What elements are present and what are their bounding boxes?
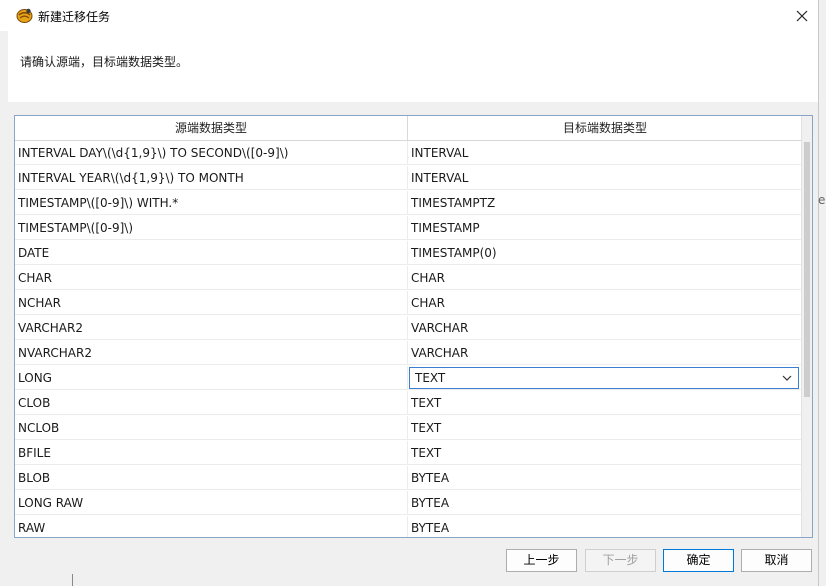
table-row[interactable]: NVARCHAR2 VARCHAR [15, 341, 802, 366]
table-row[interactable]: NCHAR CHAR [15, 291, 802, 316]
close-button[interactable] [788, 3, 816, 29]
target-type-cell[interactable]: BYTEA [408, 491, 802, 515]
table-row[interactable]: CHAR CHAR [15, 266, 802, 291]
target-type-cell[interactable]: INTERVAL [408, 141, 802, 165]
dropdown-value: TEXT [415, 371, 446, 385]
vertical-scrollbar[interactable] [801, 116, 812, 537]
source-type-cell: RAW [15, 516, 408, 537]
table-body: INTERVAL DAY\(\d{1,9}\) TO SECOND\([0-9]… [15, 141, 802, 537]
close-icon [796, 10, 808, 22]
source-type-cell: TIMESTAMP\([0-9]\) WITH.* [15, 191, 408, 215]
target-type-cell[interactable]: VARCHAR [408, 341, 802, 365]
prev-step-button[interactable]: 上一步 [506, 549, 577, 572]
source-type-cell: LONG RAW [15, 491, 408, 515]
target-type-cell[interactable]: INTERVAL [408, 166, 802, 190]
column-header-source[interactable]: 源端数据类型 [15, 116, 408, 141]
table-row[interactable]: CLOB TEXT [15, 391, 802, 416]
table-row[interactable]: LONG TEXT [15, 366, 802, 391]
background-window-edge [72, 574, 73, 586]
target-type-cell[interactable]: BYTEA [408, 466, 802, 490]
instruction-text: 请确认源端，目标端数据类型。 [20, 55, 189, 69]
next-step-button[interactable]: 下一步 [585, 549, 656, 572]
target-type-cell[interactable]: CHAR [408, 266, 802, 290]
window-title: 新建迁移任务 [38, 10, 111, 24]
table-row[interactable]: TIMESTAMP\([0-9]\) TIMESTAMP [15, 216, 802, 241]
table-row[interactable]: LONG RAW BYTEA [15, 491, 802, 516]
scrollbar-thumb[interactable] [804, 142, 810, 397]
source-type-cell: VARCHAR2 [15, 316, 408, 340]
table-row[interactable]: BFILE TEXT [15, 441, 802, 466]
migration-app-icon [16, 8, 33, 23]
table-row[interactable]: TIMESTAMP\([0-9]\) WITH.* TIMESTAMPTZ [15, 191, 802, 216]
table-row[interactable]: BLOB BYTEA [15, 466, 802, 491]
source-type-cell: NVARCHAR2 [15, 341, 408, 365]
table-row[interactable]: INTERVAL YEAR\(\d{1,9}\) TO MONTH INTERVA… [15, 166, 802, 191]
table-row[interactable]: VARCHAR2 VARCHAR [15, 316, 802, 341]
source-type-cell: NCLOB [15, 416, 408, 440]
source-type-cell: DATE [15, 241, 408, 265]
source-type-cell: CLOB [15, 391, 408, 415]
migration-dialog: 新建迁移任务 请确认源端，目标端数据类型。 源端数据类型 目标端数据类型 INT… [0, 0, 819, 586]
target-type-cell[interactable]: TEXT [408, 366, 802, 390]
target-type-cell[interactable]: TEXT [408, 391, 802, 415]
cancel-button[interactable]: 取消 [741, 549, 812, 572]
table-row[interactable]: NCLOB TEXT [15, 416, 802, 441]
ok-button[interactable]: 确定 [663, 549, 734, 572]
type-mapping-table: 源端数据类型 目标端数据类型 INTERVAL DAY\(\d{1,9}\) T… [14, 115, 813, 538]
title-bar[interactable]: 新建迁移任务 [0, 0, 818, 31]
table-row[interactable]: INTERVAL DAY\(\d{1,9}\) TO SECOND\([0-9]… [15, 141, 802, 166]
target-type-cell[interactable]: CHAR [408, 291, 802, 315]
background-window-text: e [818, 193, 826, 207]
source-type-cell: CHAR [15, 266, 408, 290]
target-type-cell[interactable]: TIMESTAMP [408, 216, 802, 240]
target-type-cell[interactable]: BYTEA [408, 516, 802, 537]
table-row[interactable]: DATE TIMESTAMP(0) [15, 241, 802, 266]
table-row[interactable]: RAW BYTEA [15, 516, 802, 537]
source-type-cell: BFILE [15, 441, 408, 465]
target-type-cell[interactable]: TEXT [408, 441, 802, 465]
target-type-cell[interactable]: TIMESTAMP(0) [408, 241, 802, 265]
target-type-cell[interactable]: VARCHAR [408, 316, 802, 340]
target-type-dropdown[interactable]: TEXT [409, 367, 799, 389]
source-type-cell: INTERVAL DAY\(\d{1,9}\) TO SECOND\([0-9]… [15, 141, 408, 165]
source-type-cell: NCHAR [15, 291, 408, 315]
table-header: 源端数据类型 目标端数据类型 [15, 116, 802, 141]
target-type-cell[interactable]: TIMESTAMPTZ [408, 191, 802, 215]
source-type-cell: TIMESTAMP\([0-9]\) [15, 216, 408, 240]
source-type-cell: INTERVAL YEAR\(\d{1,9}\) TO MONTH [15, 166, 408, 190]
instruction-panel: 请确认源端，目标端数据类型。 [8, 31, 818, 102]
target-type-cell[interactable]: TEXT [408, 416, 802, 440]
column-header-target[interactable]: 目标端数据类型 [408, 116, 802, 141]
source-type-cell: BLOB [15, 466, 408, 490]
source-type-cell: LONG [15, 366, 408, 390]
chevron-down-icon[interactable] [780, 371, 794, 385]
